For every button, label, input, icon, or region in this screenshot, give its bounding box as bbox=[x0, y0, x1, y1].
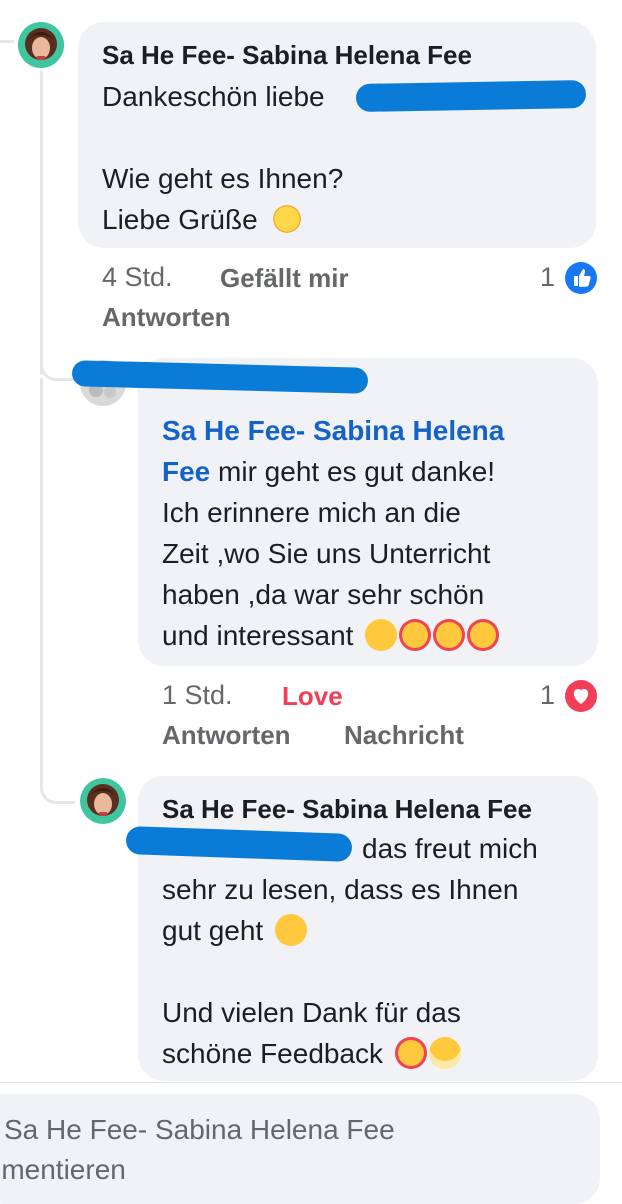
thread-line-curve bbox=[40, 755, 75, 804]
thumbs-up-icon bbox=[574, 269, 591, 287]
comment-text-line: sehr zu lesen, dass es Ihnen bbox=[162, 874, 519, 905]
comment-timestamp[interactable]: 4 Std. bbox=[102, 262, 173, 293]
reaction-count[interactable]: 1 bbox=[540, 680, 555, 711]
comment-text-fragment: mir geht es gut danke! bbox=[210, 456, 496, 487]
thread-line-curve bbox=[40, 330, 75, 381]
avatar[interactable] bbox=[18, 22, 64, 68]
heart-icon bbox=[573, 689, 589, 704]
smiling-face-emoji bbox=[365, 619, 398, 651]
comment-bubble[interactable]: Sa He Fee- Sabina Helena Fee das freut m… bbox=[138, 776, 598, 1081]
comment-text-line: schöne Feedback bbox=[162, 1033, 592, 1074]
comment-text-fragment: und interessant bbox=[162, 620, 354, 651]
mention-link[interactable]: Fee bbox=[162, 456, 210, 487]
comment-text-line: und interessant bbox=[162, 615, 582, 656]
comment-composer[interactable]: Sa He Fee- Sabina Helena Fee mmentieren bbox=[0, 1094, 600, 1204]
composer-placeholder: Sa He Fee- Sabina Helena Fee bbox=[4, 1114, 395, 1145]
like-button[interactable]: Gefällt mir bbox=[220, 263, 349, 294]
comment-text: das freut mich sehr zu lesen, dass es Ih… bbox=[162, 828, 592, 1074]
comment-bubble[interactable]: Sa He Fee- Sabina Helena Fee mir geht es… bbox=[138, 358, 598, 666]
comment-bubble[interactable]: Sa He Fee- Sabina Helena Fee Dankeschön … bbox=[78, 22, 596, 248]
reply-button[interactable]: Antworten bbox=[102, 302, 231, 333]
comment-text-line: haben ,da war sehr schön bbox=[162, 579, 485, 610]
comment-text-line: Ich erinnere mich an die bbox=[162, 497, 461, 528]
comment-text-fragment: gut geht bbox=[162, 915, 264, 946]
profile-photo bbox=[80, 778, 126, 824]
profile-photo bbox=[18, 22, 64, 68]
smiling-face-hearts-emoji bbox=[433, 619, 466, 651]
like-reaction-icon[interactable] bbox=[565, 262, 597, 294]
smiling-face-emoji bbox=[274, 914, 307, 946]
comment-text-fragment: Liebe Grüße bbox=[102, 204, 258, 235]
comment-spacer bbox=[162, 951, 592, 992]
comment-text-line: Liebe Grüße bbox=[102, 199, 304, 240]
comment-text-line: Wie geht es Ihnen? bbox=[102, 163, 344, 194]
thread-line-top bbox=[0, 40, 14, 43]
hugging-face-emoji bbox=[428, 1037, 461, 1069]
sun-emoji bbox=[271, 203, 304, 235]
comment-text-line: gut geht bbox=[162, 910, 592, 951]
divider bbox=[0, 1082, 622, 1083]
composer-placeholder: mmentieren bbox=[0, 1154, 126, 1185]
smiling-face-hearts-emoji bbox=[399, 619, 432, 651]
comment-author[interactable]: Sa He Fee- Sabina Helena Fee bbox=[162, 794, 532, 825]
comment-timestamp[interactable]: 1 Std. bbox=[162, 680, 233, 711]
comment-text-line: Fee mir geht es gut danke! bbox=[162, 451, 582, 492]
comment-text-line: Und vielen Dank für das bbox=[162, 997, 461, 1028]
mention-link[interactable]: Sa He Fee- Sabina Helena bbox=[162, 415, 504, 446]
comment-text: Dankeschön liebe bbox=[102, 76, 325, 117]
message-button[interactable]: Nachricht bbox=[344, 720, 464, 751]
comment-text-fragment: schöne Feedback bbox=[162, 1038, 384, 1069]
comment-text-line: Zeit ,wo Sie uns Unterricht bbox=[162, 538, 491, 569]
reaction-count[interactable]: 1 bbox=[540, 262, 555, 293]
comment-text-line: Sa He Fee- Sabina Helena bbox=[162, 410, 582, 451]
comment-author[interactable]: Sa He Fee- Sabina Helena Fee bbox=[102, 40, 472, 71]
avatar[interactable] bbox=[80, 778, 126, 824]
comment-text-line: Dankeschön liebe bbox=[102, 81, 325, 112]
thread-line bbox=[40, 378, 43, 778]
smiling-face-hearts-emoji bbox=[394, 1037, 427, 1069]
smiling-face-hearts-emoji bbox=[467, 619, 500, 651]
love-reaction-icon[interactable] bbox=[565, 680, 597, 712]
comment-text: Sa He Fee- Sabina Helena Fee mir geht es… bbox=[162, 410, 582, 656]
love-reaction-button[interactable]: Love bbox=[282, 681, 343, 712]
redaction-mark bbox=[355, 79, 587, 113]
reply-button[interactable]: Antworten bbox=[162, 720, 291, 751]
